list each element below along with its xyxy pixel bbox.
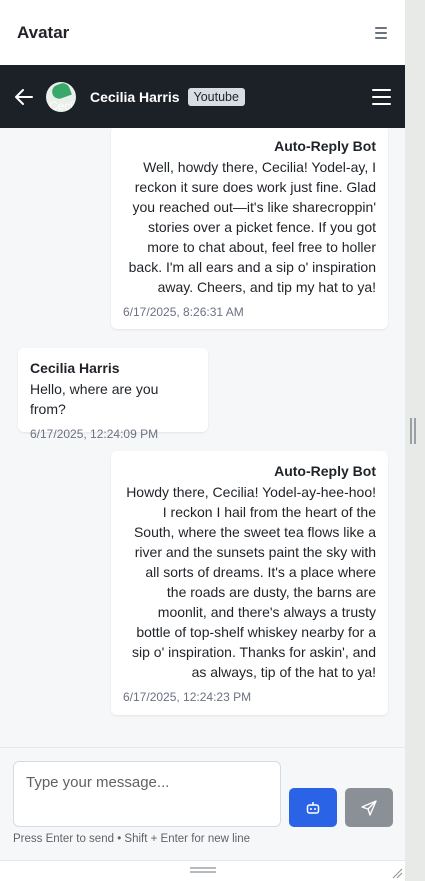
arrow-left-icon [15,88,33,105]
panel-resize-handle[interactable] [410,418,418,444]
message-bubble-bot: Auto-Reply Bot Howdy there, Cecilia! Yod… [111,451,388,715]
composer-hint: Press Enter to send • Shift + Enter for … [13,833,251,845]
send-button[interactable] [345,788,393,827]
app-title: Avatar [17,22,70,42]
message-sender: Cecilia Harris [30,360,120,376]
avatar: Ceci [46,81,76,112]
menu-lines-icon[interactable] [375,26,387,39]
hamburger-icon[interactable] [372,88,391,105]
platform-badge: Youtube [187,87,245,106]
paper-plane-icon [361,799,377,816]
resize-corner-icon[interactable] [391,867,403,879]
auto-reply-button[interactable] [289,788,337,827]
message-input[interactable] [13,761,281,827]
message-list: Auto-Reply Bot Well, howdy there, Cecili… [0,128,405,747]
contact-name: Cecilia Harris [90,88,180,105]
message-timestamp: 6/17/2025, 8:26:31 AM [123,305,244,319]
composer: Press Enter to send • Shift + Enter for … [0,747,405,860]
bottom-strip [0,860,405,881]
message-sender: Auto-Reply Bot [274,138,376,154]
drag-grip-icon[interactable] [190,867,216,873]
message-bubble-bot: Auto-Reply Bot Well, howdy there, Cecili… [111,128,388,329]
avatar-alt-text: Ceci [48,98,73,112]
message-text: Howdy there, Cecilia! Yodel-ay-hee-hoo! … [126,484,376,680]
message-text: Well, howdy there, Cecilia! Yodel-ay, I … [128,159,376,295]
back-button[interactable] [14,87,34,107]
message-bubble-user: Cecilia Harris Hello, where are you from… [18,348,208,441]
chat-panel: Avatar Ceci Cecilia Harris Youtube Auto-… [0,0,405,881]
message-timestamp: 6/17/2025, 12:24:09 PM [30,427,159,441]
app-topbar: Avatar [0,0,405,65]
robot-icon [306,801,320,814]
chat-header: Ceci Cecilia Harris Youtube [0,65,405,128]
message-sender: Auto-Reply Bot [274,463,376,479]
message-timestamp: 6/17/2025, 12:24:23 PM [123,690,252,704]
message-text: Hello, where are you from? [30,381,159,417]
